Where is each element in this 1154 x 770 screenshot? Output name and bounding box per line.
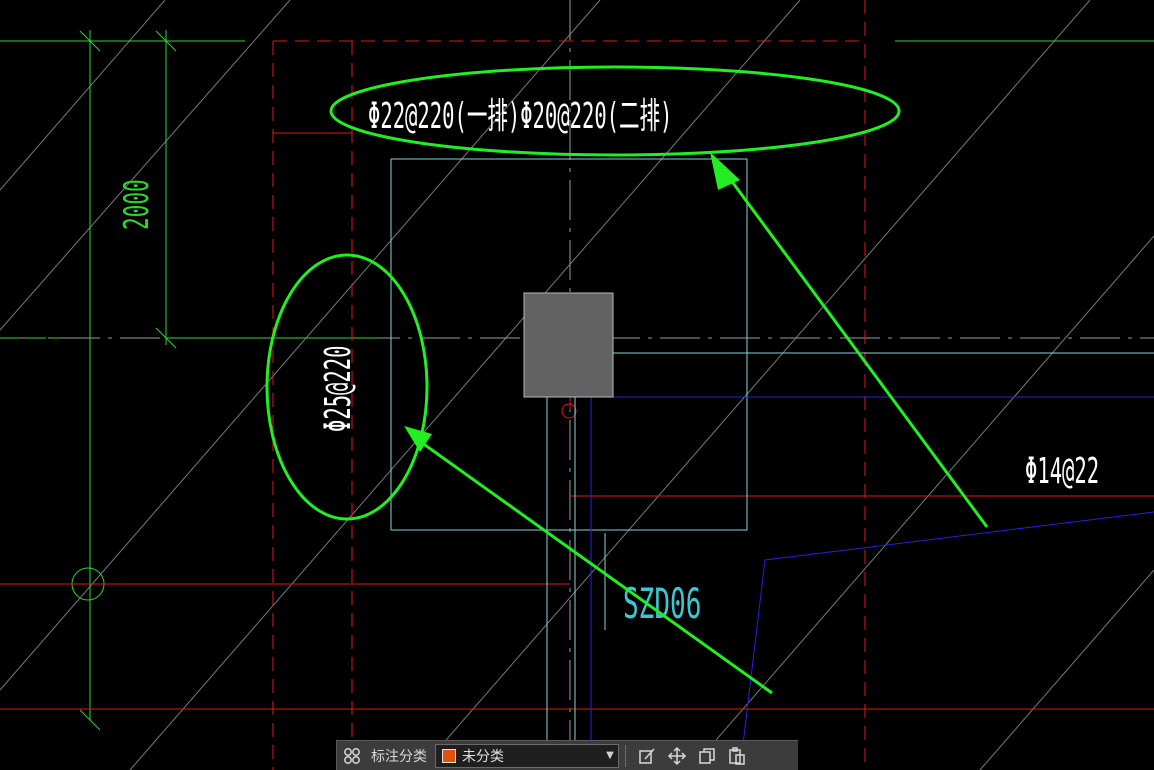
annotation-toolbar: 标注分类 未分类 ▼	[336, 740, 798, 770]
paste-icon[interactable]	[722, 741, 752, 770]
annotation-left[interactable]: Φ25@220	[317, 346, 359, 432]
category-label: 标注分类	[371, 747, 427, 764]
grid-icon[interactable]	[337, 741, 367, 770]
column-block[interactable]	[523, 292, 614, 398]
category-color-swatch	[442, 748, 456, 763]
annotation-top[interactable]: Φ22@220(一排)Φ20@220(二排)	[368, 95, 672, 137]
annotation-right[interactable]: Φ14@22	[1025, 450, 1099, 492]
category-value: 未分类	[462, 747, 504, 764]
dimension-text: 2000	[117, 179, 157, 230]
move-icon[interactable]	[662, 741, 692, 770]
cad-canvas[interactable]: 2000 Φ22@220(一排)Φ20@220(二排) Φ25@220 Φ14@…	[0, 0, 1154, 770]
chevron-down-icon: ▼	[606, 750, 614, 761]
column-label[interactable]: SZD06	[623, 581, 701, 629]
copy-icon[interactable]	[692, 741, 722, 770]
cad-drawing[interactable]: 2000 Φ22@220(一排)Φ20@220(二排) Φ25@220 Φ14@…	[0, 0, 1154, 770]
toolbar-divider	[625, 744, 626, 767]
edit-icon[interactable]	[632, 741, 662, 770]
category-dropdown[interactable]: 未分类 ▼	[435, 743, 619, 768]
